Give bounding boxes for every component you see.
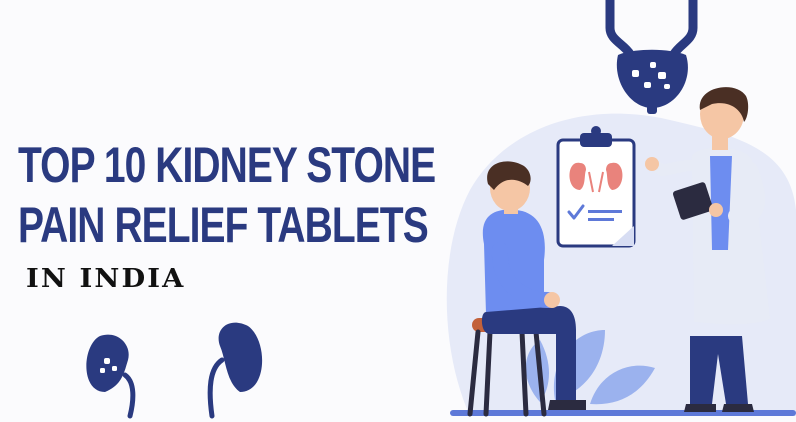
kidney-icon <box>207 322 263 419</box>
kidney-icon <box>86 334 136 419</box>
bladder-icon <box>605 0 698 114</box>
clipboard-icon <box>556 126 636 248</box>
illustration <box>86 0 796 419</box>
banner: TOP 10 KIDNEY STONE PAIN RELIEF TABLETS … <box>0 0 796 422</box>
